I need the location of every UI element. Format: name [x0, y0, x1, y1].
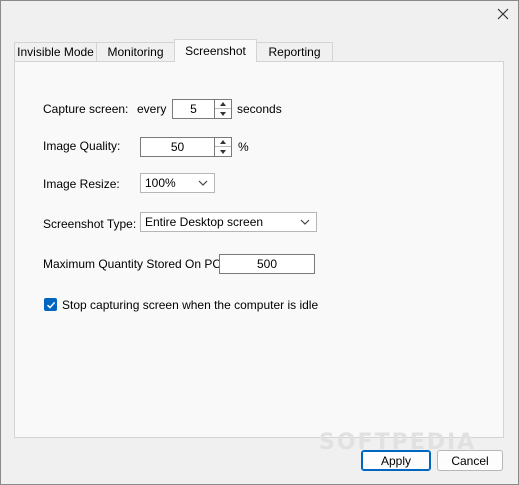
idle-checkbox-label[interactable]: Stop capturing screen when the computer …: [62, 298, 318, 312]
chevron-down-icon: [300, 219, 310, 225]
percent-label: %: [238, 140, 249, 154]
capture-screen-label: Capture screen:: [43, 102, 129, 116]
tab-monitoring[interactable]: Monitoring: [96, 42, 175, 61]
tab-invisible-mode[interactable]: Invisible Mode: [14, 42, 97, 61]
idle-checkbox[interactable]: [44, 298, 57, 311]
arrow-down-icon: [220, 150, 226, 154]
max-quantity-value: 500: [256, 257, 278, 271]
screenshot-type-select[interactable]: Entire Desktop screen: [140, 212, 317, 232]
capture-interval-input[interactable]: 5: [172, 99, 215, 119]
spin-down-button[interactable]: [215, 109, 231, 119]
tab-label: Monitoring: [107, 45, 164, 59]
image-resize-select[interactable]: 100%: [140, 173, 215, 193]
every-label: every: [137, 102, 167, 116]
chevron-down-icon: [198, 180, 208, 186]
screenshot-panel: [14, 61, 504, 438]
tab-screenshot[interactable]: Screenshot: [174, 39, 257, 62]
capture-interval-spinner: [215, 99, 232, 119]
close-button[interactable]: [491, 3, 515, 25]
close-icon: [497, 8, 509, 20]
spin-down-button[interactable]: [215, 147, 231, 157]
image-quality-spinner: [215, 137, 232, 157]
cancel-button-label: Cancel: [451, 453, 489, 468]
image-quality-input[interactable]: 50: [140, 137, 215, 157]
apply-button[interactable]: Apply: [361, 450, 431, 471]
image-resize-value: 100%: [145, 176, 176, 190]
max-quantity-input[interactable]: 500: [219, 254, 315, 274]
arrow-down-icon: [220, 112, 226, 116]
max-quantity-label: Maximum Quantity Stored On PC:: [43, 257, 225, 271]
tab-label: Screenshot: [185, 44, 246, 58]
image-quality-value: 50: [170, 140, 185, 154]
spin-up-button[interactable]: [215, 100, 231, 109]
arrow-up-icon: [220, 140, 226, 144]
tab-label: Invisible Mode: [17, 45, 94, 59]
screenshot-type-value: Entire Desktop screen: [145, 215, 264, 229]
screenshot-type-label: Screenshot Type:: [43, 217, 137, 231]
image-resize-label: Image Resize:: [43, 177, 120, 191]
tab-label: Reporting: [268, 45, 321, 59]
checkmark-icon: [46, 301, 55, 309]
settings-dialog: Invisible Mode Monitoring Screenshot Rep…: [0, 0, 519, 485]
seconds-label: seconds: [237, 102, 282, 116]
cancel-button[interactable]: Cancel: [437, 450, 503, 471]
tab-reporting[interactable]: Reporting: [256, 42, 333, 61]
arrow-up-icon: [220, 102, 226, 106]
image-quality-label: Image Quality:: [43, 139, 121, 153]
spin-up-button[interactable]: [215, 138, 231, 147]
capture-interval-value: 5: [190, 102, 197, 116]
apply-button-label: Apply: [380, 453, 412, 468]
